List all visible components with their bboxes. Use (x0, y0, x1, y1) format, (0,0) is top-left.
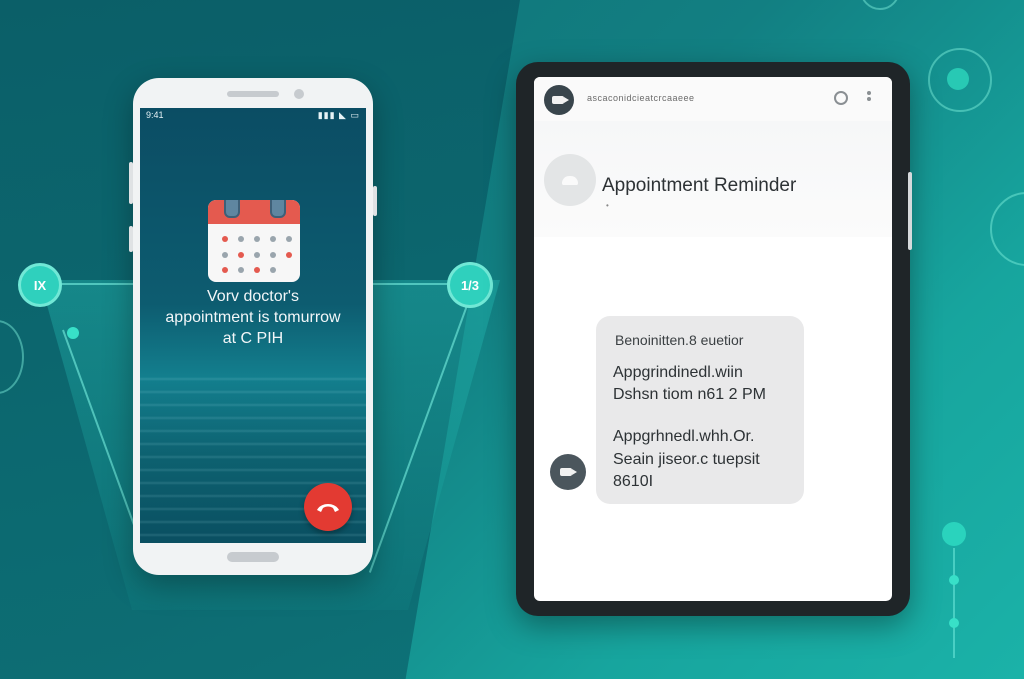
tablet-screen: ascaconidcieatcrcaaeee Appointment Remin… (534, 77, 892, 601)
contact-section: Appointment Reminder • (534, 121, 892, 237)
phone-screen: 9:41 ▮▮▮ ◣ ▭ Vorv doctor's appointment i… (140, 108, 366, 543)
message-heading: Benoinitten.8 euetior (615, 332, 744, 348)
notification-line: at C PIH (222, 330, 284, 347)
video-call-icon[interactable] (544, 85, 574, 115)
phone-side-button (129, 162, 133, 204)
phone-camera (294, 89, 304, 99)
message-line: Dshsn tiom n61 2 PM (613, 386, 766, 403)
status-bar: 9:41 ▮▮▮ ◣ ▭ (140, 108, 366, 122)
node-icon (947, 68, 969, 90)
contact-title: Appointment Reminder (602, 175, 797, 196)
message-line: 8610I (613, 473, 654, 490)
message-line: Appgrhnedl.whh.Or. (613, 428, 755, 445)
notification-text: Vorv doctor's appointment is tomurrow at… (144, 286, 362, 349)
message-line: Appgrindinedl.wiin (613, 364, 743, 381)
info-icon[interactable] (834, 91, 848, 105)
avatar (544, 154, 596, 206)
phone-speaker (227, 91, 279, 97)
message-line: Seain jiseor.c tuepsit (613, 451, 760, 468)
decline-call-button[interactable] (304, 483, 352, 531)
left-node-icon: IX (18, 263, 62, 307)
phone-side-button (373, 186, 377, 216)
node-dot (949, 575, 959, 585)
ring-decor (990, 192, 1024, 266)
phone-device: 9:41 ▮▮▮ ◣ ▭ Vorv doctor's appointment i… (129, 78, 377, 575)
header-title: ascaconidcieatcrcaaeee (587, 93, 695, 103)
right-node-icon: 1/3 (447, 262, 493, 308)
phone-side-button (129, 226, 133, 252)
tablet-device: ascaconidcieatcrcaaeee Appointment Remin… (516, 62, 912, 616)
status-icons: ▮▮▮ ◣ ▭ (317, 110, 360, 120)
message-bubble: Benoinitten.8 euetior Appgrindinedl.wiin… (596, 316, 804, 504)
connector-line (953, 548, 955, 658)
sender-avatar (550, 454, 586, 490)
contact-subtitle: • (606, 201, 609, 210)
tablet-side-button (908, 172, 912, 250)
phone-hangup-icon (317, 504, 339, 512)
ring-decor (860, 0, 900, 10)
more-options-icon[interactable] (867, 91, 871, 107)
chat-header: ascaconidcieatcrcaaeee (534, 77, 892, 122)
node-icon (942, 522, 966, 546)
notification-line: Vorv doctor's (207, 288, 299, 305)
node-dot (67, 327, 79, 339)
status-time: 9:41 (146, 110, 164, 120)
calendar-icon (208, 200, 300, 282)
home-button[interactable] (227, 552, 279, 562)
notification-line: appointment is tomurrow (165, 309, 341, 326)
node-dot (949, 618, 959, 628)
